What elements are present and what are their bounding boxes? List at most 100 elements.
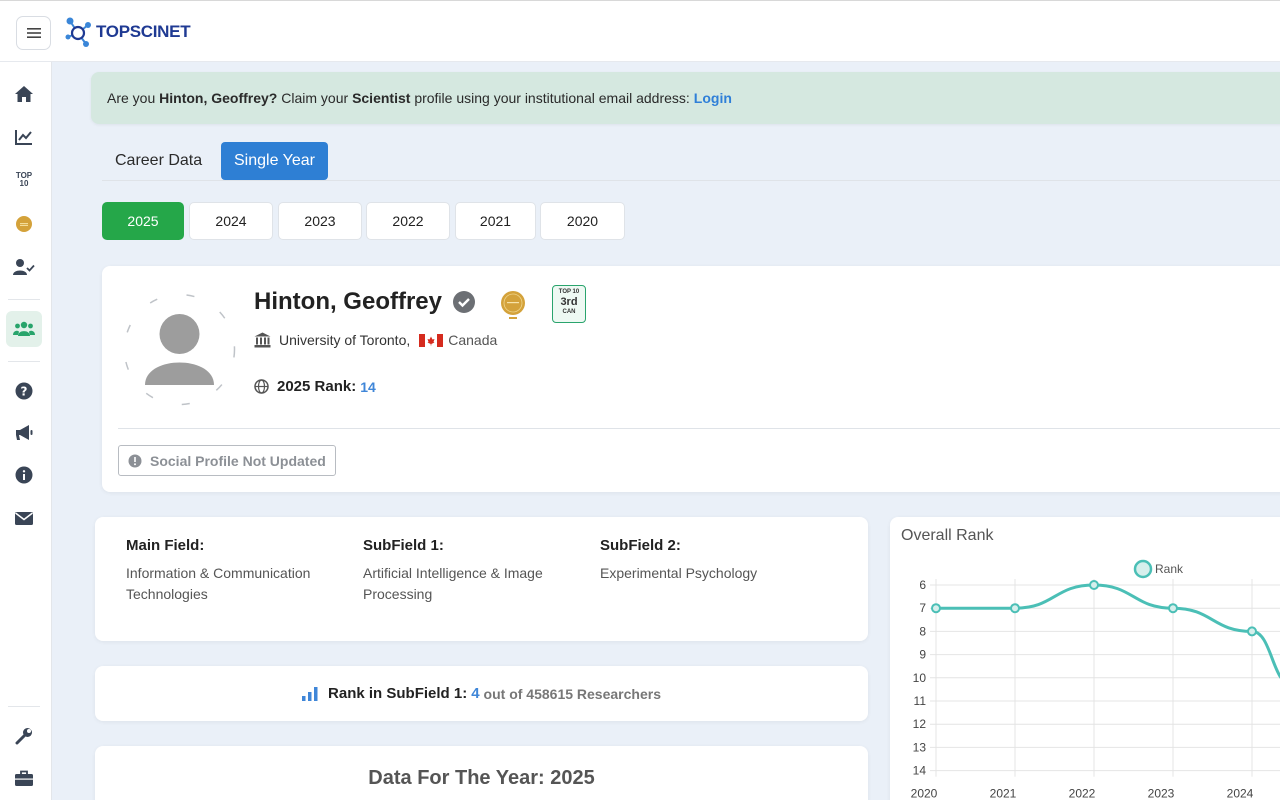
user-check-icon [13, 259, 35, 275]
avatar [122, 292, 237, 407]
top10-badge-country: CAN [562, 309, 576, 315]
legend-label: Rank [1155, 562, 1184, 576]
top10-country-badge[interactable]: TOP 10 3rd CAN [552, 285, 586, 323]
claim-name: Hinton, Geoffrey? [159, 90, 278, 106]
year-button-2024[interactable]: 2024 [189, 202, 273, 240]
year-button-2025[interactable]: 2025 [102, 202, 184, 240]
claim-profile-banner: Are you Hinton, Geoffrey? Claim your Sci… [91, 72, 1280, 124]
rank-value: 14 [360, 378, 376, 395]
card-divider [118, 428, 1280, 429]
hamburger-icon [26, 28, 41, 38]
x-tick-label: 2020 [911, 787, 938, 800]
overall-rank-line: 2025 Rank: 14 [254, 378, 376, 395]
envelope-icon [15, 512, 33, 525]
year-button-2023[interactable]: 2023 [278, 202, 362, 240]
tools-nav-item[interactable] [6, 718, 42, 754]
profile-card: Hinton, Geoffrey TOP 10 3rd CAN Universi… [102, 266, 1280, 492]
y-tick-label: 8 [919, 624, 926, 638]
info-circle-icon [15, 466, 33, 484]
rank-series-line [936, 583, 1280, 679]
awards-nav-item[interactable] [6, 206, 42, 242]
main-field: Main Field: Information & Communication … [126, 537, 346, 605]
social-status-text: Social Profile Not Updated [150, 452, 326, 469]
fields-card: Main Field: Information & Communication … [95, 517, 868, 641]
subfield-rank-value: 4 [471, 685, 480, 702]
medal-icon [501, 291, 525, 319]
trends-nav-item[interactable] [6, 119, 42, 155]
rank-data-point [1089, 580, 1099, 590]
canada-flag-icon [419, 333, 444, 347]
users-group-icon [13, 321, 35, 336]
info-nav-item[interactable] [6, 457, 42, 493]
y-tick-label: 6 [919, 578, 926, 592]
main-field-heading: Main Field: [126, 537, 205, 554]
claim-middle: Claim your [281, 90, 349, 106]
help-nav-item[interactable]: ? [6, 373, 42, 409]
tab-single-year[interactable]: Single Year [221, 142, 328, 180]
view-tabs: Career Data Single Year [102, 142, 1280, 181]
y-tick-label: 11 [914, 694, 927, 708]
site-logo[interactable]: TOPSCINET [64, 15, 191, 49]
overall-rank-chart-card: Overall Rank 6 7 8 9 10 11 12 13 14 2020 2021 2022 2… [890, 517, 1280, 800]
x-tick-label: 2023 [1148, 787, 1175, 800]
tab-career-data[interactable]: Career Data [102, 142, 215, 180]
jobs-nav-item[interactable] [6, 760, 42, 796]
subfield-1: SubField 1: Artificial Intelligence & Im… [363, 537, 583, 605]
year-button-2021[interactable]: 2021 [455, 202, 536, 240]
country-name[interactable]: Canada [448, 332, 497, 348]
sidebar-divider [8, 361, 40, 362]
exclamation-circle-icon [128, 454, 142, 467]
claim-prefix: Are you [107, 90, 156, 106]
question-circle-icon: ? [15, 382, 33, 400]
verified-badge [452, 290, 476, 319]
subfield-rank-card: Rank in SubField 1: 4 out of 458615 Rese… [95, 666, 868, 721]
top10-nav-item[interactable]: TOP 10 [6, 162, 42, 198]
scientists-nav-item[interactable] [6, 311, 42, 347]
claim-role: Scientist [352, 90, 411, 106]
legend-marker [1133, 559, 1153, 579]
sidebar: TOP 10 ? [0, 62, 52, 800]
globe-icon [254, 379, 269, 394]
profile-name: Hinton, Geoffrey [254, 288, 443, 315]
y-tick-label: 12 [913, 717, 927, 731]
rank-data-point [1010, 603, 1020, 614]
contact-nav-item[interactable] [6, 500, 42, 536]
x-tick-label: 2024 [1227, 787, 1254, 800]
rank-data-point [931, 603, 941, 614]
medal-icon [16, 216, 32, 232]
institution-icon [254, 332, 271, 348]
year-data-card: Data For The Year: 2025 [95, 746, 868, 800]
y-tick-label: 14 [913, 764, 927, 778]
institution-name[interactable]: University of Toronto, [279, 332, 410, 348]
rank-label: 2025 Rank: [277, 378, 357, 395]
menu-toggle-button[interactable] [16, 16, 51, 50]
home-nav-item[interactable] [6, 76, 42, 112]
login-link[interactable]: Login [694, 90, 732, 106]
x-tick-label: 2021 [990, 787, 1017, 800]
y-tick-label: 10 [913, 671, 927, 685]
social-profile-status: Social Profile Not Updated [118, 445, 336, 476]
year-data-title: Data For The Year: 2025 [368, 767, 595, 789]
bar-chart-icon [302, 686, 318, 701]
megaphone-icon [16, 425, 33, 440]
year-button-2022[interactable]: 2022 [366, 202, 450, 240]
announcements-nav-item[interactable] [6, 415, 42, 451]
year-button-2020[interactable]: 2020 [540, 202, 625, 240]
top-bar: TOPSCINET [0, 0, 1280, 62]
y-tick-label: 13 [913, 740, 927, 754]
award-medal-badge[interactable] [500, 290, 526, 325]
rank-data-point [1168, 603, 1178, 614]
rank-data-point [1247, 626, 1257, 637]
subfield-2-heading: SubField 2: [600, 537, 681, 554]
sidebar-divider [8, 706, 40, 707]
overall-rank-chart: 6 7 8 9 10 11 12 13 14 2020 2021 2022 2023 2024 Rank [911, 559, 1280, 800]
verified-users-nav-item[interactable] [6, 249, 42, 285]
sidebar-divider [8, 299, 40, 300]
check-circle-icon [453, 291, 475, 313]
subfield-1-heading: SubField 1: [363, 537, 444, 554]
svg-text:?: ? [21, 385, 28, 399]
user-placeholder-icon [123, 293, 236, 406]
briefcase-icon [15, 770, 33, 786]
subfield-rank-suffix: out of 458615 Researchers [483, 685, 661, 702]
top10-badge-position: 3rd [560, 296, 578, 308]
